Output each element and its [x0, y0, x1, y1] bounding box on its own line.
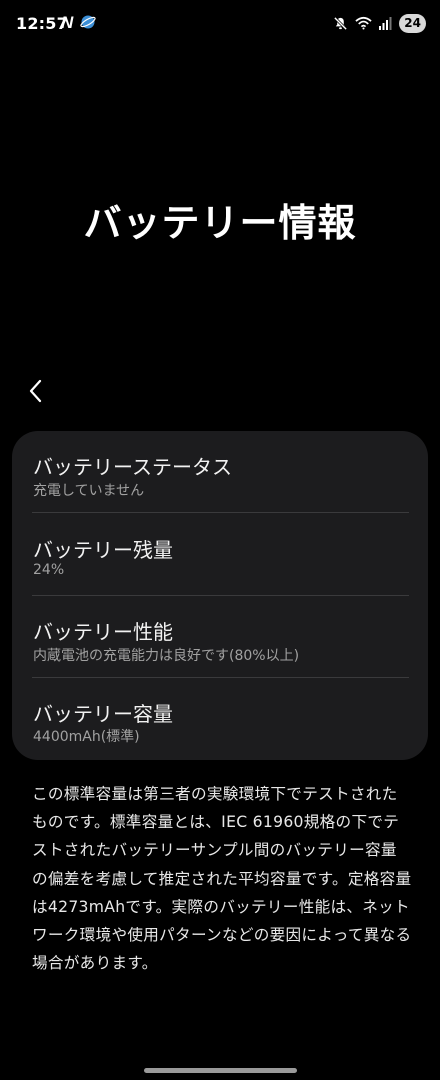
gesture-nav-handle[interactable] — [144, 1068, 297, 1073]
row-subtitle: 内蔵電池の充電能力は良好です(80%以上) — [33, 648, 300, 664]
wifi-icon — [355, 16, 372, 30]
battery-level-badge: 24 — [399, 13, 426, 33]
status-icons: 24 — [333, 12, 426, 34]
page-title: バッテリー情報 — [83, 201, 357, 245]
globe-app-icon — [80, 14, 96, 30]
n-app-icon: N — [61, 13, 74, 32]
row-title: バッテリー性能 — [33, 620, 173, 644]
capacity-description: この標準容量は第三者の実験環境下でテストされたものです。標準容量とは、IEC 6… — [32, 785, 412, 973]
mute-icon — [333, 16, 348, 31]
row-title: バッテリー残量 — [33, 538, 173, 562]
row-subtitle: 24% — [33, 562, 65, 578]
row-subtitle: 4400mAh(標準) — [33, 729, 140, 745]
chevron-left-icon — [29, 379, 42, 403]
battery-level-row[interactable]: バッテリー残量 24% — [12, 513, 428, 595]
back-button[interactable] — [28, 374, 60, 408]
battery-capacity-row[interactable]: バッテリー容量 4400mAh(標準) — [12, 678, 428, 760]
status-bar: 12:57 N 24 — [0, 0, 440, 48]
battery-status-row[interactable]: バッテリーステータス 充電していません — [12, 431, 428, 513]
row-title: バッテリー容量 — [33, 702, 173, 726]
battery-info-card: バッテリーステータス 充電していません バッテリー残量 24% バッテリー性能 … — [12, 431, 428, 760]
signal-icon — [379, 16, 392, 30]
row-subtitle: 充電していません — [33, 483, 145, 499]
battery-performance-row[interactable]: バッテリー性能 内蔵電池の充電能力は良好です(80%以上) — [12, 596, 428, 678]
row-title: バッテリーステータス — [33, 455, 232, 479]
